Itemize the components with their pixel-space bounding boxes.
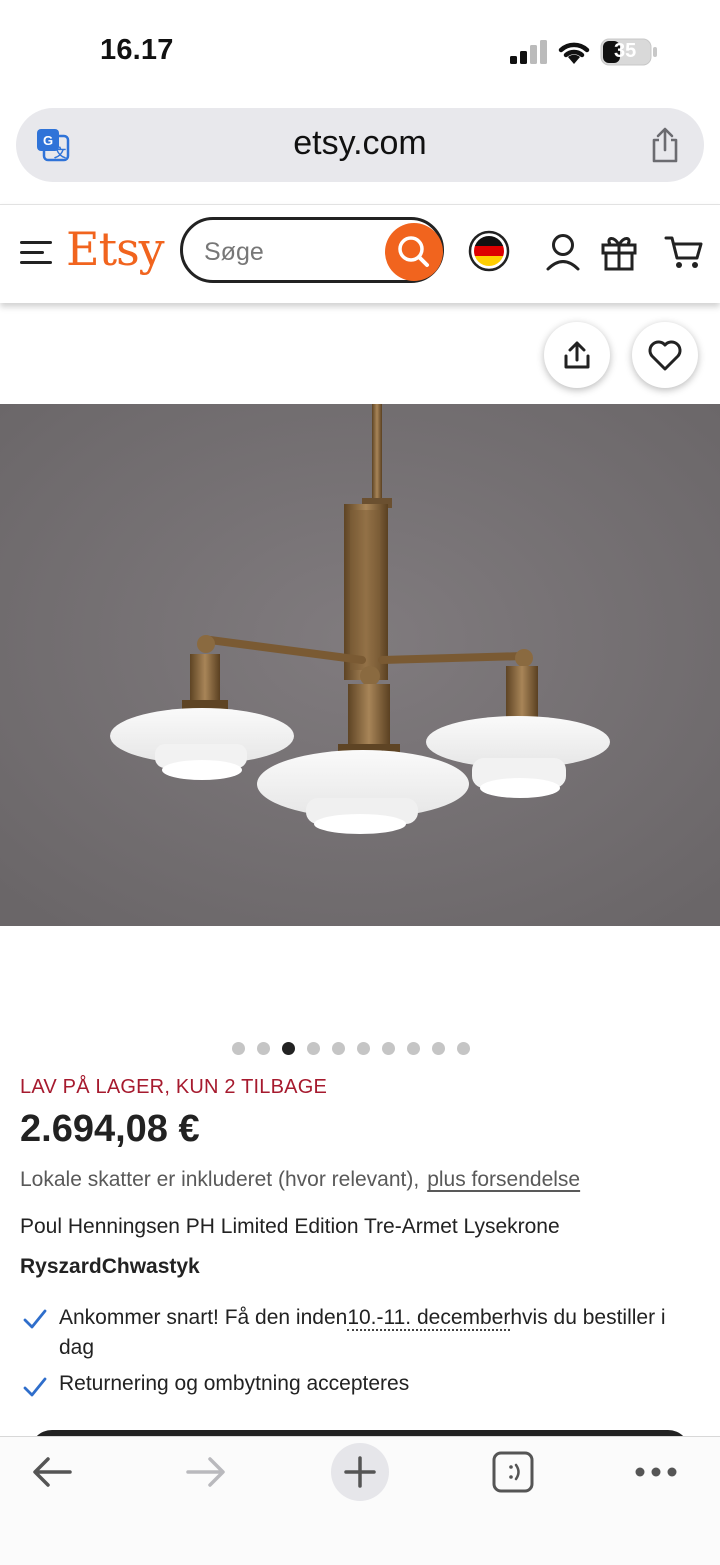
pagination-dot[interactable] — [257, 1042, 270, 1055]
seller-name[interactable]: RyszardChwastyk — [20, 1255, 200, 1279]
search-button[interactable] — [385, 223, 443, 281]
search-icon — [398, 236, 429, 267]
tabs-icon[interactable] — [492, 1450, 534, 1494]
image-pagination[interactable] — [232, 1042, 492, 1056]
cellular-signal-icon — [510, 40, 547, 64]
tax-info: Lokale skatter er inkluderet (hvor relev… — [20, 1168, 580, 1192]
share-icon[interactable] — [648, 126, 682, 164]
tax-text: Lokale skatter er inkluderet (hvor relev… — [20, 1168, 420, 1191]
cart-icon[interactable] — [664, 232, 704, 272]
pagination-dot-active[interactable] — [282, 1042, 295, 1055]
new-tab-button[interactable] — [331, 1443, 389, 1501]
returns-info: Returnering og ombytning accepteres — [59, 1372, 410, 1395]
delivery-pre: Ankommer snart! Få den inden — [59, 1306, 348, 1329]
favorite-button[interactable] — [632, 322, 698, 388]
url-text[interactable]: etsy.com — [0, 124, 720, 163]
stock-warning: LAV PÅ LAGER, KUN 2 TILBAGE — [20, 1076, 328, 1098]
forward-arrow-icon[interactable] — [184, 1452, 228, 1492]
chandelier-illustration — [0, 404, 720, 926]
germany-flag-icon[interactable] — [468, 230, 510, 272]
pagination-dot[interactable] — [407, 1042, 420, 1055]
checkmark-icon — [23, 1377, 47, 1397]
pagination-dot[interactable] — [357, 1042, 370, 1055]
checkmark-icon — [23, 1309, 47, 1329]
shipping-link[interactable]: plus forsendelse — [427, 1168, 580, 1191]
pagination-dot[interactable] — [382, 1042, 395, 1055]
share-icon — [564, 341, 590, 369]
pagination-dot[interactable] — [332, 1042, 345, 1055]
price: 2.694,08 € — [20, 1108, 200, 1150]
wifi-icon — [558, 42, 590, 64]
pagination-dot[interactable] — [432, 1042, 445, 1055]
battery-icon: 35 — [600, 38, 658, 66]
product-title: Poul Henningsen PH Limited Edition Tre-A… — [20, 1215, 560, 1238]
gift-icon[interactable] — [600, 232, 638, 272]
heart-icon — [648, 340, 682, 371]
delivery-date[interactable]: 10.-11. december — [347, 1306, 511, 1331]
back-arrow-icon[interactable] — [30, 1452, 74, 1492]
more-icon[interactable] — [634, 1462, 678, 1482]
account-icon[interactable] — [544, 232, 582, 272]
menu-icon[interactable] — [20, 240, 52, 266]
pagination-dot[interactable] — [232, 1042, 245, 1055]
plus-icon — [344, 1456, 376, 1488]
battery-level: 35 — [614, 40, 637, 62]
search-placeholder[interactable]: Søge — [204, 238, 264, 267]
share-listing-button[interactable] — [544, 322, 610, 388]
product-image[interactable] — [0, 404, 720, 926]
pagination-dot[interactable] — [307, 1042, 320, 1055]
etsy-logo[interactable]: Etsy — [66, 222, 165, 276]
delivery-estimate: Ankommer snart! Få den inden10.-11. dece… — [59, 1303, 679, 1363]
pagination-dot[interactable] — [457, 1042, 470, 1055]
status-time: 16.17 — [100, 34, 174, 66]
